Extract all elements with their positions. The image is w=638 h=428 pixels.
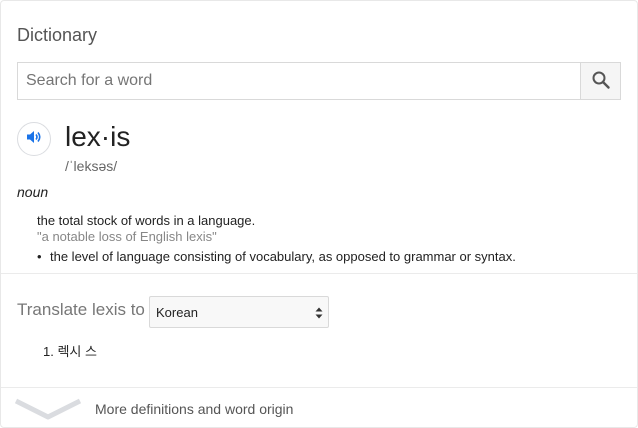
dictionary-card: Dictionary lex·is /ˈleksəs/ noun the tot… xyxy=(0,0,638,428)
search-icon xyxy=(591,70,611,93)
sub-definition-text: the level of language consisting of voca… xyxy=(50,249,516,264)
definition: the total stock of words in a language. xyxy=(37,213,256,228)
bullet: • xyxy=(37,249,42,264)
search-button[interactable] xyxy=(580,63,620,99)
sub-definition: • the level of language consisting of vo… xyxy=(37,249,516,264)
dictionary-title: Dictionary xyxy=(17,25,98,45)
language-select[interactable]: Korean xyxy=(149,296,329,328)
speaker-icon xyxy=(25,128,43,151)
part-of-speech: noun xyxy=(17,184,49,200)
phonetic-spelling: /ˈleksəs/ xyxy=(65,158,118,174)
pronunciation-button[interactable] xyxy=(17,122,51,156)
divider xyxy=(1,273,637,274)
chevron-down-icon[interactable] xyxy=(14,397,82,421)
language-select-value: Korean xyxy=(156,305,198,320)
more-definitions-link[interactable]: More definitions and word origin xyxy=(95,401,293,417)
select-arrows-icon xyxy=(315,306,323,320)
usage-example: "a notable loss of English lexis" xyxy=(37,229,217,244)
divider xyxy=(1,387,637,388)
translate-label: Translate lexis to xyxy=(17,300,145,319)
translation-result: 1. 렉시 스 xyxy=(43,344,97,359)
headword: lex·is xyxy=(65,121,131,152)
search-input[interactable] xyxy=(18,63,580,99)
search-box xyxy=(17,62,621,100)
